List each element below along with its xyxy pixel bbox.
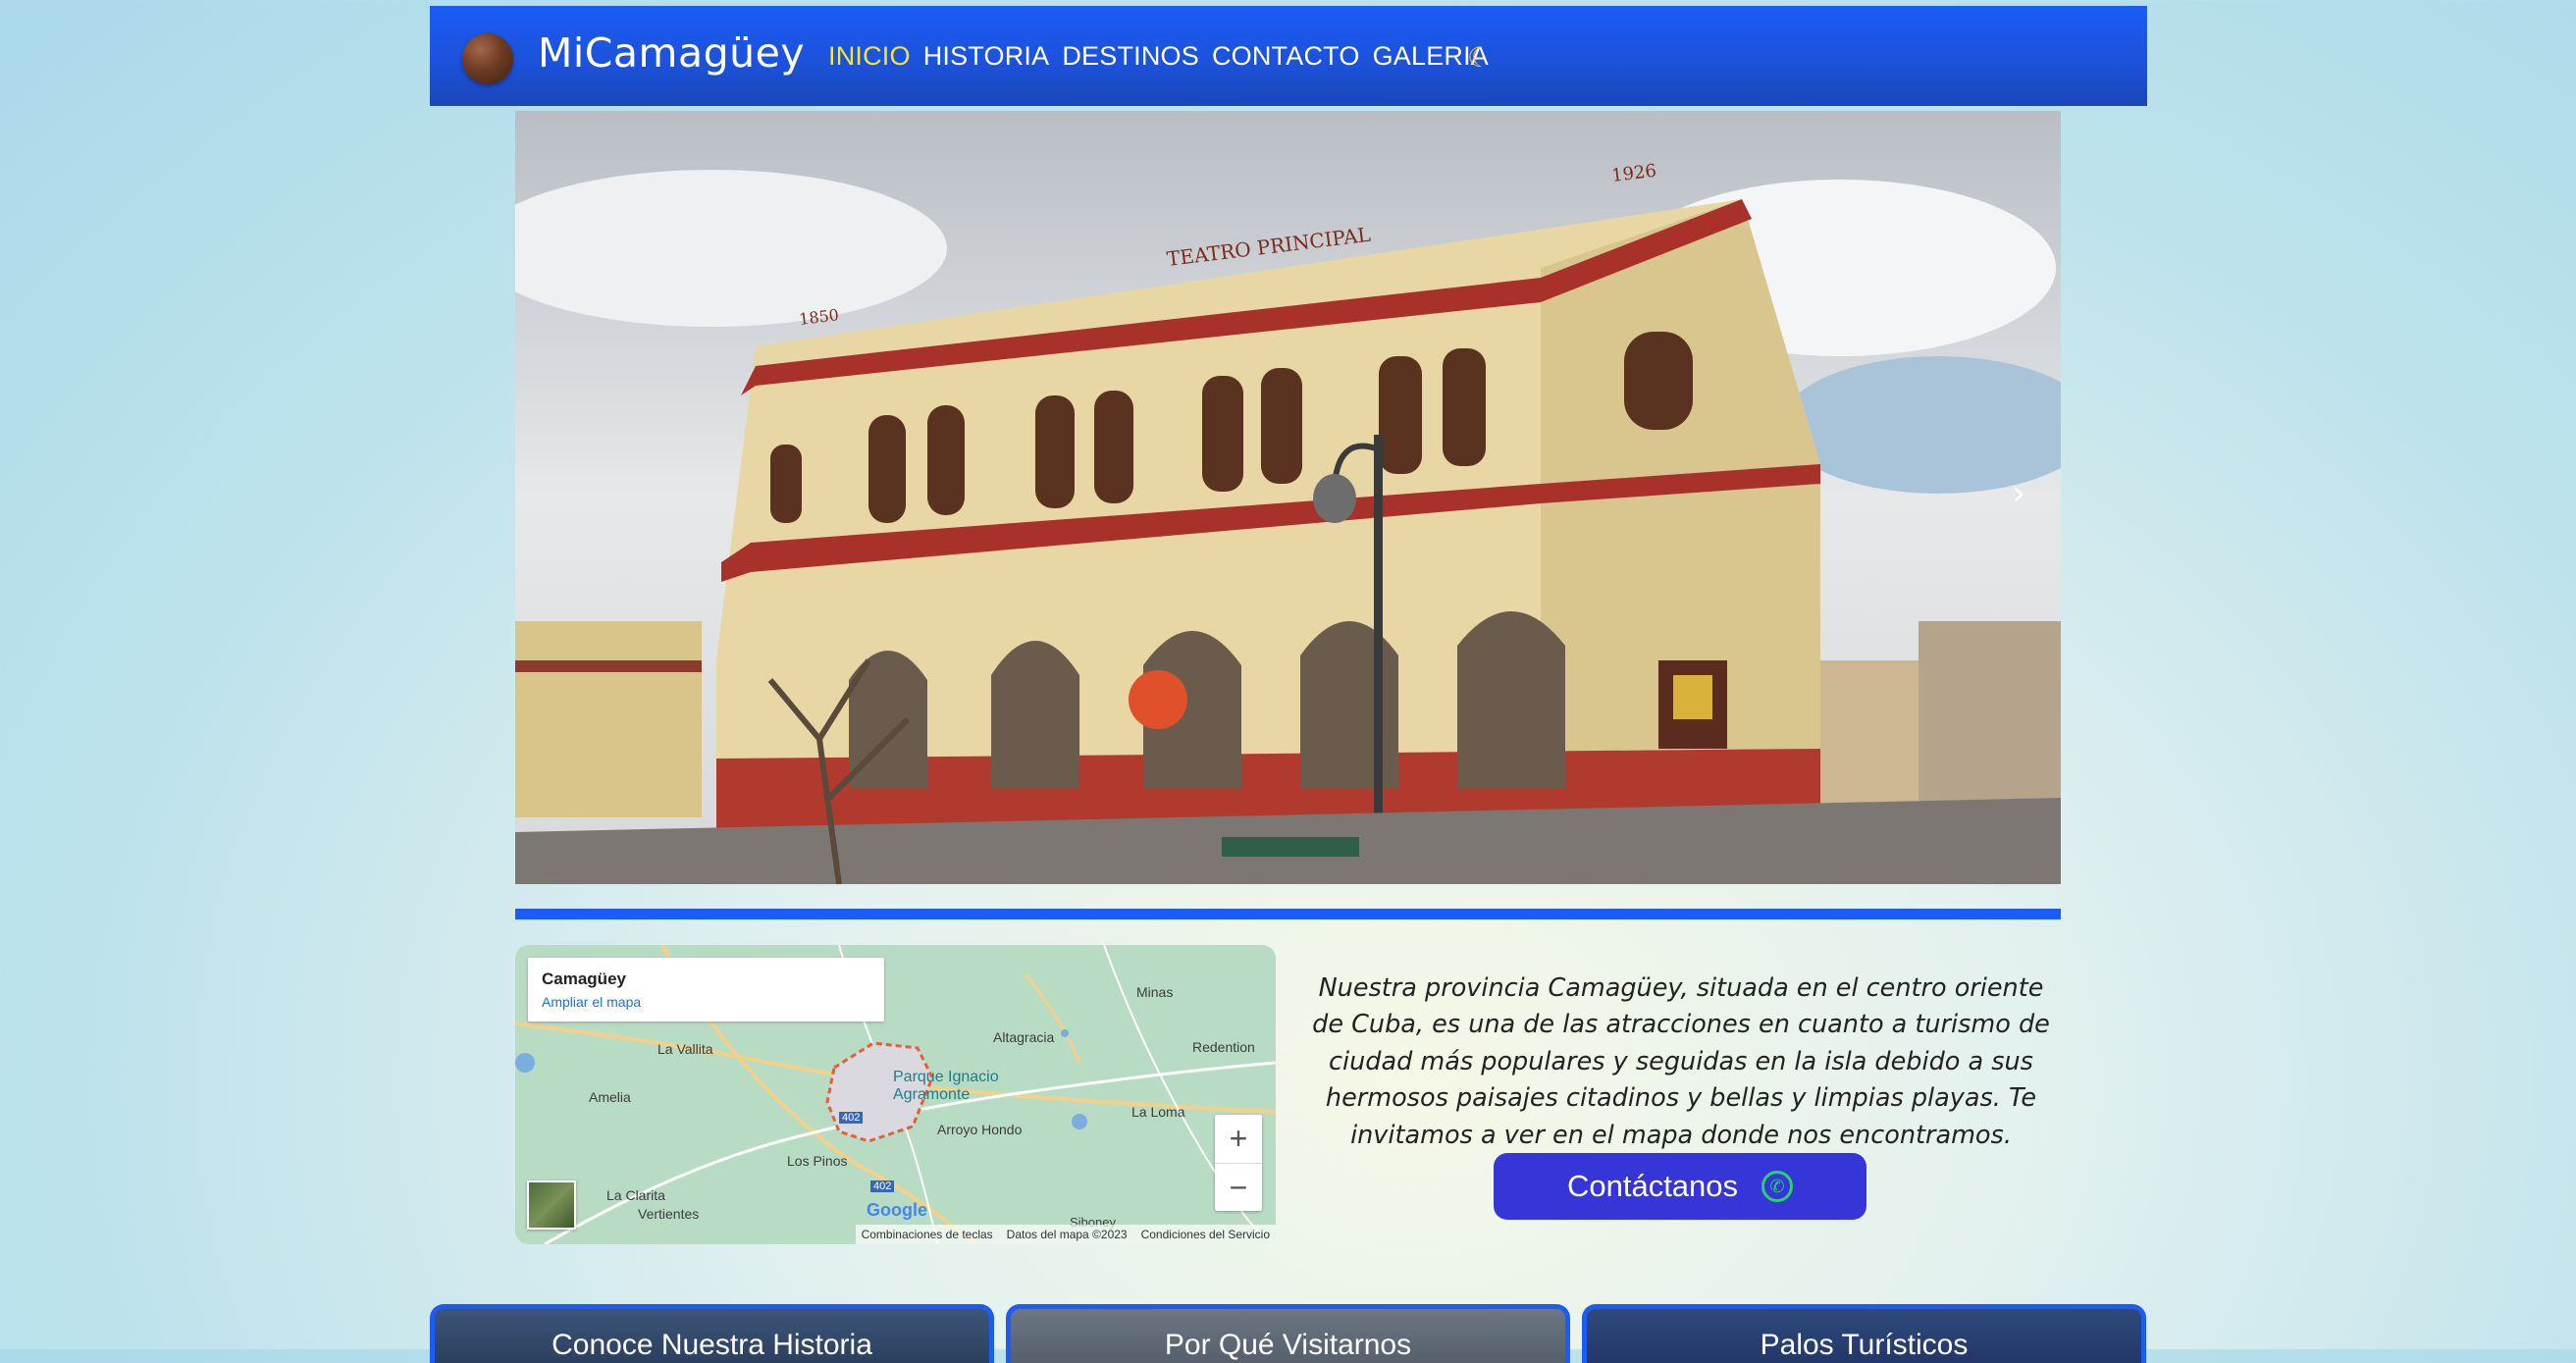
map-place-label: Los Pinos <box>787 1153 848 1169</box>
nav-historia[interactable]: HISTORIA <box>923 41 1050 72</box>
main-nav: INICIO HISTORIA DESTINOS CONTACTO GALERI… <box>828 41 1489 72</box>
map-place-label: Redention <box>1192 1039 1255 1055</box>
moon-icon[interactable]: ☾ <box>1467 41 1492 74</box>
nav-destinos[interactable]: DESTINOS <box>1062 41 1199 72</box>
embedded-map[interactable]: Camagüey Ampliar el mapa Minas La Vallit… <box>515 945 1276 1244</box>
whatsapp-icon: ✆ <box>1761 1171 1794 1202</box>
card-why-visit[interactable]: Por Qué Visitarnos <box>1006 1304 1570 1363</box>
map-place-label: La Loma <box>1131 1104 1185 1120</box>
card-title: Palos Turísticos <box>1760 1329 1969 1361</box>
map-place-label: Minas <box>1136 984 1174 1000</box>
map-data-text: Datos del mapa ©2023 <box>1006 1228 1128 1241</box>
map-attribution: Combinaciones de teclas Datos del mapa ©… <box>855 1225 1276 1244</box>
map-road-shield: 402 <box>839 1112 864 1124</box>
google-logo: Google <box>867 1200 927 1220</box>
nav-inicio[interactable]: INICIO <box>828 41 911 72</box>
map-poi-label[interactable]: Parque Ignacio Agramonte <box>893 1069 1040 1104</box>
card-tourist-places[interactable]: Palos Turísticos <box>1582 1304 2146 1363</box>
contact-button[interactable]: Contáctanos ✆ <box>1494 1153 1866 1220</box>
map-title: Camagüey <box>542 970 626 988</box>
keyboard-shortcuts-link[interactable]: Combinaciones de teclas <box>862 1228 993 1241</box>
site-brand[interactable]: MiCamagüey <box>538 29 805 77</box>
map-place-label: Vertientes <box>638 1206 700 1222</box>
satellite-toggle[interactable] <box>527 1180 576 1230</box>
card-history[interactable]: Conoce Nuestra Historia <box>430 1304 994 1363</box>
nav-contacto[interactable]: CONTACTO <box>1212 41 1360 72</box>
map-road-shield: 402 <box>870 1180 895 1192</box>
teatro-principal-photo: TEATRO PRINCIPAL 1850 1926 <box>515 111 2061 884</box>
card-title: Conoce Nuestra Historia <box>552 1329 872 1361</box>
blue-divider <box>515 909 2061 919</box>
map-place-label: Arroyo Hondo <box>937 1122 1023 1137</box>
intro-text: Nuestra provincia Camagüey, situada en e… <box>1312 972 2050 1150</box>
card-title: Por Qué Visitarnos <box>1164 1329 1412 1361</box>
map-place-label: La Clarita <box>606 1187 665 1203</box>
map-zoom-control: + − <box>1215 1115 1262 1211</box>
slideshow-next-icon[interactable]: › <box>2012 474 2025 513</box>
zoom-out-button[interactable]: − <box>1215 1164 1262 1212</box>
contact-button-label: Contáctanos <box>1566 1169 1739 1203</box>
map-enlarge-link[interactable]: Ampliar el mapa <box>542 994 641 1010</box>
zoom-in-button[interactable]: + <box>1215 1115 1262 1163</box>
map-place-label: Altagracia <box>993 1029 1055 1045</box>
top-navbar: MiCamagüey INICIO HISTORIA DESTINOS CONT… <box>430 6 2147 106</box>
map-info-card: Camagüey Ampliar el mapa <box>528 958 884 1022</box>
hero-slideshow[interactable]: TEATRO PRINCIPAL 1850 1926 › <box>515 111 2061 884</box>
logo-ball-icon[interactable] <box>462 33 513 84</box>
map-place-label: Amelia <box>589 1089 631 1105</box>
terms-link[interactable]: Condiciones del Servicio <box>1141 1228 1270 1241</box>
map-place-label: La Vallita <box>657 1041 713 1057</box>
